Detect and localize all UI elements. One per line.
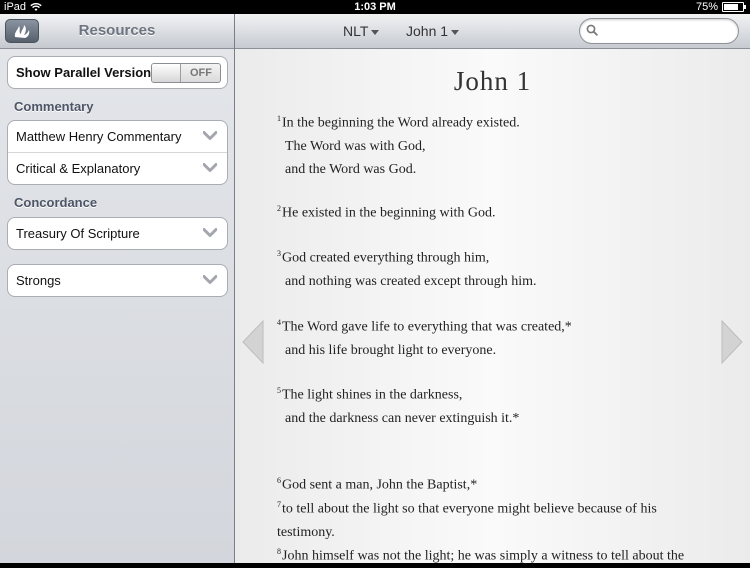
sidebar-header: Resources <box>0 14 234 49</box>
strongs-card: Strongs <box>7 264 228 297</box>
verse-5: 5The light shines in the darkness, and t… <box>277 379 519 430</box>
verse-line: The light shines in the darkness, <box>282 387 463 403</box>
previous-chapter-arrow-icon[interactable] <box>241 319 265 365</box>
version-label: NLT <box>343 23 369 39</box>
battery-icon <box>722 2 746 12</box>
parallel-version-card: Show Parallel Version OFF <box>7 56 228 89</box>
verse-2: 2He existed in the beginning with God. <box>277 197 495 225</box>
verse-4: 4The Word gave life to everything that w… <box>277 311 572 362</box>
chevron-down-icon <box>203 275 217 284</box>
verse-line: John himself was not the light; he was s… <box>282 548 685 564</box>
version-selector[interactable]: NLT <box>343 14 380 48</box>
chevron-down-icon <box>203 163 217 172</box>
toggle-knob <box>152 64 181 82</box>
reader-toolbar: NLT John 1 <box>235 14 750 49</box>
caret-down-icon <box>451 29 460 35</box>
sidebar-title: Resources <box>78 22 156 39</box>
chapter-selector[interactable]: John 1 <box>406 14 460 48</box>
parallel-version-toggle[interactable]: OFF <box>151 63 221 83</box>
commentary-item-label: Matthew Henry Commentary <box>16 129 182 144</box>
verse-line: and the Word was God. <box>285 161 417 177</box>
commentary-item-matthew-henry[interactable]: Matthew Henry Commentary <box>8 121 227 152</box>
verse-number: 7 <box>277 500 281 509</box>
status-bar: iPad 1:03 PM 75% <box>0 0 750 14</box>
battery-percent: 75% <box>695 1 718 13</box>
verse-number: 2 <box>277 204 281 213</box>
search-input[interactable] <box>602 22 734 38</box>
strongs-label: Strongs <box>16 273 61 288</box>
verse-line: to tell about the light so that everyone… <box>282 501 657 517</box>
verse-8: 8John himself was not the light; he was … <box>277 540 684 568</box>
verse-line: and nothing was created except through h… <box>285 273 537 289</box>
next-chapter-arrow-icon[interactable] <box>720 319 744 365</box>
verse-line: and his life brought light to everyone. <box>285 342 497 358</box>
strongs-item[interactable]: Strongs <box>8 265 227 296</box>
commentary-list: Matthew Henry Commentary Critical & Expl… <box>7 120 228 185</box>
verse-line: and the darkness can never extinguish it… <box>285 410 520 426</box>
scripture-page: John 1 1In the beginning the Word alread… <box>235 49 750 564</box>
verse-1: 1In the beginning the Word already exist… <box>277 107 520 181</box>
verse-line: God sent a man, John the Baptist,* <box>282 477 478 493</box>
verse-7: 7to tell about the light so that everyon… <box>277 493 657 544</box>
resources-sidebar: Resources Show Parallel Version OFF Comm… <box>0 14 235 563</box>
verse-line: He existed in the beginning with God. <box>282 205 496 221</box>
verse-line: In the beginning the Word already existe… <box>282 115 520 131</box>
verse-line: The Word was with God, <box>285 138 426 154</box>
verse-number: 1 <box>277 114 281 123</box>
verse-number: 3 <box>277 249 281 258</box>
verse-line: The Word gave life to everything that wa… <box>282 319 572 335</box>
chapter-title: John 1 <box>453 66 532 96</box>
chapter-label: John 1 <box>406 23 449 39</box>
concordance-item-label: Treasury Of Scripture <box>16 226 140 241</box>
parallel-version-row: Show Parallel Version OFF <box>8 57 227 88</box>
verse-number: 6 <box>277 476 281 485</box>
chevron-down-icon <box>203 228 217 237</box>
search-box[interactable] <box>579 18 739 44</box>
caret-down-icon <box>371 29 380 35</box>
concordance-item-treasury[interactable]: Treasury Of Scripture <box>8 218 227 249</box>
verse-number: 8 <box>277 547 281 556</box>
reader-pane: NLT John 1 John 1 1In the beginning the … <box>235 14 750 564</box>
verse-number: 4 <box>277 318 281 327</box>
commentary-header: Commentary <box>14 99 94 114</box>
search-icon <box>586 24 598 36</box>
clock: 1:03 PM <box>354 1 396 13</box>
commentary-item-critical-explanatory[interactable]: Critical & Explanatory <box>8 152 227 184</box>
concordance-list: Treasury Of Scripture <box>7 217 228 250</box>
verse-3: 3God created everything through him, and… <box>277 242 537 293</box>
parallel-version-label: Show Parallel Version <box>16 65 152 80</box>
chevron-down-icon <box>203 131 217 140</box>
toggle-state: OFF <box>190 67 212 79</box>
verse-line: God created everything through him, <box>282 250 490 266</box>
concordance-header: Concordance <box>14 195 98 210</box>
commentary-item-label: Critical & Explanatory <box>16 161 141 176</box>
verse-number: 5 <box>277 386 281 395</box>
